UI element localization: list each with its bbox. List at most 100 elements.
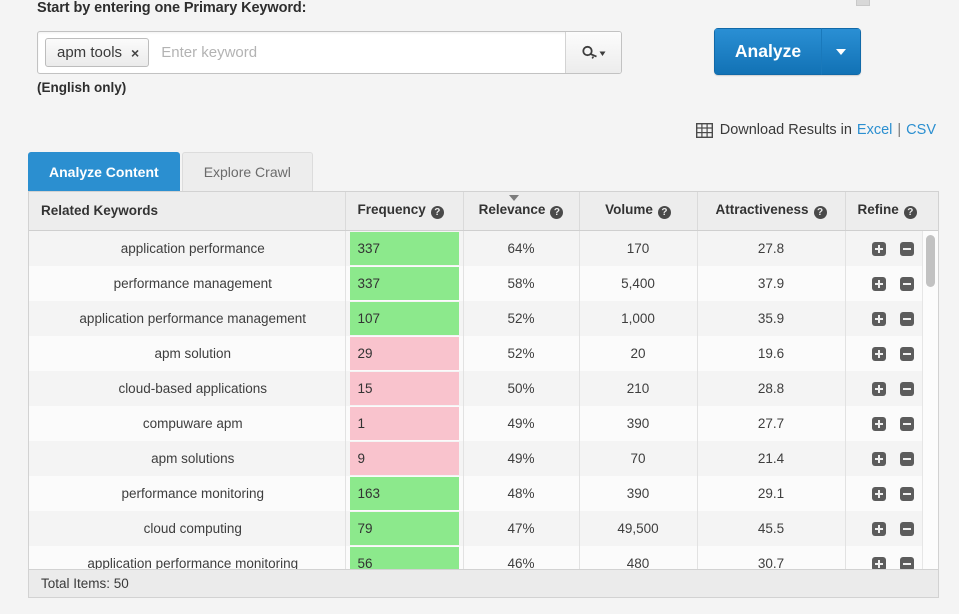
download-excel-link[interactable]: Excel <box>857 122 892 138</box>
volume-cell: 1,000 <box>579 300 698 336</box>
frequency-cell: 29 <box>345 335 464 371</box>
relevance-cell: 46% <box>463 545 580 571</box>
relevance-cell: 50% <box>463 370 580 406</box>
table-row[interactable]: application performance 337 64% 170 27.8 <box>29 230 938 266</box>
attractiveness-cell: 37.9 <box>697 265 846 301</box>
minus-square-icon[interactable] <box>899 241 914 256</box>
relevance-cell: 47% <box>463 510 580 546</box>
total-items-label: Total Items: 50 <box>41 576 129 591</box>
column-header-frequency[interactable]: Frequency? <box>345 192 464 231</box>
key-search-icon <box>581 45 605 59</box>
keyword-link[interactable]: performance management <box>29 265 346 301</box>
plus-square-icon[interactable] <box>871 451 886 466</box>
frequency-value: 1 <box>349 406 459 440</box>
minus-square-icon[interactable] <box>899 346 914 361</box>
keyword-link[interactable]: application performance management <box>29 300 346 336</box>
keyword-link[interactable]: application performance monitoring <box>29 545 346 571</box>
relevance-cell: 48% <box>463 475 580 511</box>
column-label: Related Keywords <box>41 203 159 219</box>
minus-square-icon[interactable] <box>899 521 914 536</box>
relevance-cell: 64% <box>463 230 580 266</box>
keyword-link[interactable]: apm solution <box>29 335 346 371</box>
keyword-input-box[interactable]: apm tools × <box>37 31 622 74</box>
column-header-attractiveness[interactable]: Attractiveness? <box>697 192 846 231</box>
frequency-value: 163 <box>349 476 459 510</box>
search-input[interactable] <box>159 31 565 74</box>
frequency-cell: 337 <box>345 230 464 266</box>
table-row[interactable]: apm solutions 9 49% 70 21.4 <box>29 440 938 476</box>
help-icon[interactable]: ? <box>813 206 827 220</box>
column-header-volume[interactable]: Volume? <box>579 192 698 231</box>
analyze-dropdown-button[interactable] <box>821 28 861 75</box>
frequency-cell: 56 <box>345 545 464 571</box>
minus-square-icon[interactable] <box>899 311 914 326</box>
keyword-link[interactable]: cloud-based applications <box>29 370 346 406</box>
language-note: (English only) <box>37 80 127 95</box>
tab-explore-crawl[interactable]: Explore Crawl <box>181 152 313 191</box>
frequency-value: 56 <box>349 546 459 571</box>
table-row[interactable]: compuware apm 1 49% 390 27.7 <box>29 405 938 441</box>
relevance-cell: 52% <box>463 300 580 336</box>
volume-cell: 5,400 <box>579 265 698 301</box>
table-row[interactable]: application performance management 107 52%… <box>29 300 938 336</box>
tab-bar: Analyze Content Explore Crawl <box>28 152 313 191</box>
results-scroll-area[interactable]: application performance 337 64% 170 27.8 perf… <box>29 230 938 571</box>
sort-descending-icon <box>509 195 519 201</box>
table-row[interactable]: performance management 337 58% 5,400 37.9 <box>29 265 938 301</box>
plus-square-icon[interactable] <box>871 311 886 326</box>
keyword-link[interactable]: apm solutions <box>29 440 346 476</box>
minus-square-icon[interactable] <box>899 486 914 501</box>
frequency-value: 79 <box>349 511 459 545</box>
volume-cell: 210 <box>579 370 698 406</box>
plus-square-icon[interactable] <box>871 346 886 361</box>
help-icon[interactable]: ? <box>550 206 564 220</box>
minus-square-icon[interactable] <box>899 451 914 466</box>
plus-square-icon[interactable] <box>871 486 886 501</box>
frequency-cell: 1 <box>345 405 464 441</box>
relevance-cell: 49% <box>463 405 580 441</box>
help-icon[interactable]: ? <box>430 206 444 220</box>
attractiveness-cell: 19.6 <box>697 335 846 371</box>
minus-square-icon[interactable] <box>899 381 914 396</box>
column-label: Relevance <box>478 202 546 218</box>
page-root: Start by entering one Primary Keyword: a… <box>0 0 959 614</box>
table-row[interactable]: cloud computing 79 47% 49,500 45.5 <box>29 510 938 546</box>
minus-square-icon[interactable] <box>899 276 914 291</box>
search-options-button[interactable] <box>565 32 621 73</box>
tab-analyze-content[interactable]: Analyze Content <box>28 152 180 191</box>
help-icon[interactable]: ? <box>657 206 671 220</box>
analyze-button[interactable]: Analyze <box>714 28 821 75</box>
plus-square-icon[interactable] <box>871 521 886 536</box>
column-header-refine[interactable]: Refine? <box>845 192 938 231</box>
keyword-link[interactable]: performance monitoring <box>29 475 346 511</box>
column-header-relevance[interactable]: Relevance? <box>463 192 580 231</box>
help-icon[interactable]: ? <box>903 206 917 220</box>
frequency-cell: 79 <box>345 510 464 546</box>
column-header-related-keywords[interactable]: Related Keywords <box>29 192 346 231</box>
table-row[interactable]: application performance monitoring 56 46% 4… <box>29 545 938 571</box>
attractiveness-cell: 27.7 <box>697 405 846 441</box>
keyword-link[interactable]: cloud computing <box>29 510 346 546</box>
column-label: Attractiveness <box>715 202 809 218</box>
plus-square-icon[interactable] <box>871 416 886 431</box>
minus-square-icon[interactable] <box>899 416 914 431</box>
plus-square-icon[interactable] <box>871 276 886 291</box>
keyword-link[interactable]: application performance <box>29 230 346 266</box>
keyword-chip[interactable]: apm tools × <box>45 38 150 67</box>
table-row[interactable]: cloud-based applications 15 50% 210 28.8 <box>29 370 938 406</box>
frequency-value: 9 <box>349 441 459 475</box>
close-icon[interactable]: × <box>131 46 139 60</box>
plus-square-icon[interactable] <box>871 241 886 256</box>
vertical-scrollbar[interactable] <box>922 230 938 571</box>
analyze-button-group[interactable]: Analyze <box>714 28 861 75</box>
download-csv-link[interactable]: CSV <box>906 122 936 138</box>
keyword-link[interactable]: compuware apm <box>29 405 346 441</box>
relevance-cell: 58% <box>463 265 580 301</box>
plus-square-icon[interactable] <box>871 381 886 396</box>
table-row[interactable]: apm solution 29 52% 20 19.6 <box>29 335 938 371</box>
table-row[interactable]: performance monitoring 163 48% 390 29.1 <box>29 475 938 511</box>
column-label: Volume <box>605 202 653 218</box>
attractiveness-cell: 27.8 <box>697 230 846 266</box>
results-footer: Total Items: 50 <box>29 569 938 597</box>
scrollbar-thumb[interactable] <box>926 234 935 287</box>
